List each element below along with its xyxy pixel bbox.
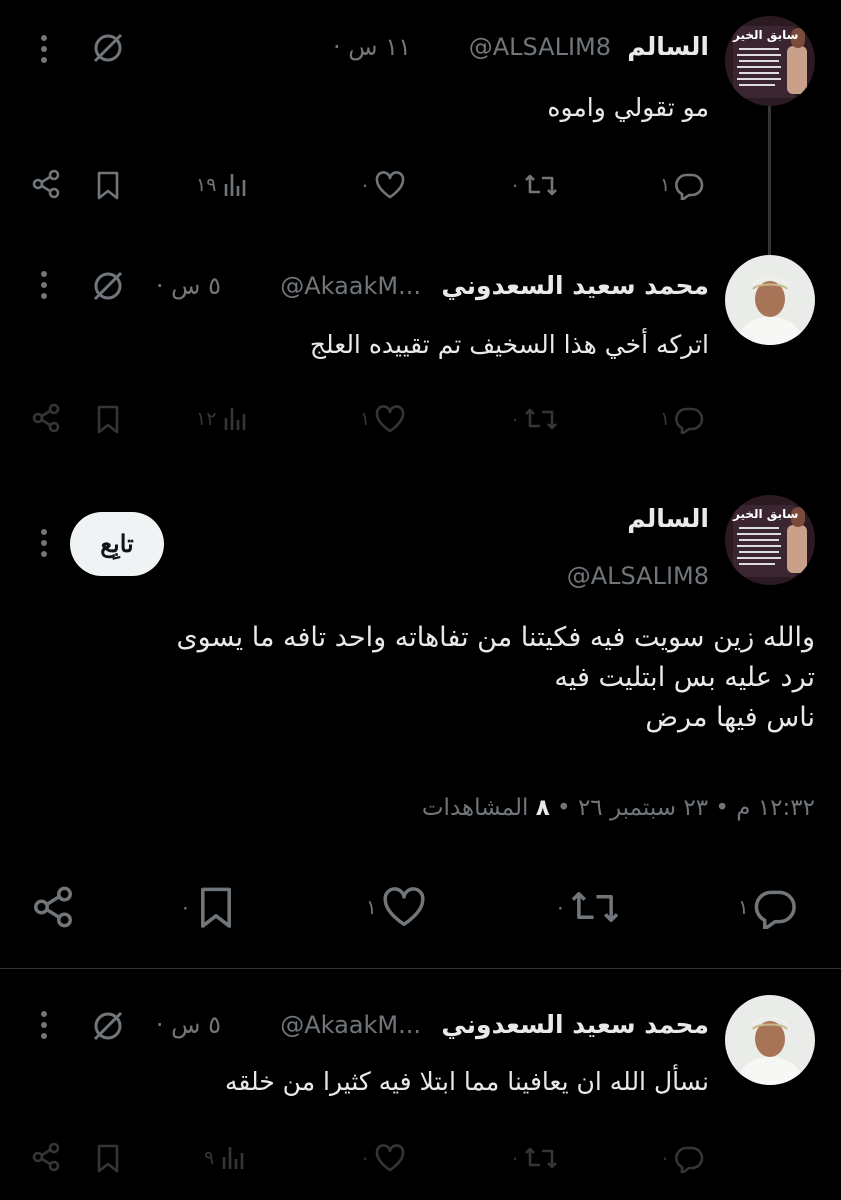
- retweet-icon: [525, 408, 558, 430]
- grok-icon[interactable]: [90, 30, 126, 70]
- retweet-icon: [525, 174, 558, 196]
- like-button[interactable]: ٠: [360, 170, 406, 200]
- divider: [0, 968, 841, 969]
- author-name[interactable]: السالم: [627, 32, 709, 61]
- retweet-button[interactable]: ٠: [555, 885, 620, 929]
- bookmark-icon[interactable]: [94, 170, 122, 204]
- retweet-count: ٠: [510, 1147, 521, 1169]
- author-name[interactable]: محمد سعيد السعدوني: [441, 271, 709, 300]
- author-handle[interactable]: @AkaakM...: [280, 1011, 421, 1039]
- reply-button[interactable]: ٠: [660, 1143, 704, 1173]
- like-button[interactable]: ٠: [360, 1143, 406, 1173]
- views-count: ٨: [535, 795, 550, 821]
- reply-icon: [675, 1146, 704, 1173]
- avatar[interactable]: سابق الخير: [725, 495, 815, 585]
- author-handle[interactable]: @AkaakM...: [280, 272, 421, 300]
- tweet-text: مو تقولي واموه: [547, 93, 709, 122]
- reply-count: ٠: [660, 1147, 671, 1169]
- views-icon: [225, 174, 246, 196]
- views-button[interactable]: ١٢: [196, 404, 250, 434]
- more-icon[interactable]: [38, 34, 50, 68]
- retweet-button[interactable]: ٠: [510, 404, 558, 434]
- retweet-button[interactable]: ٠: [510, 170, 558, 200]
- views-button[interactable]: ٩: [204, 1143, 248, 1173]
- retweet-icon: [525, 1147, 558, 1169]
- reply-button[interactable]: ١: [660, 404, 704, 434]
- retweet-button[interactable]: ٠: [510, 1143, 558, 1173]
- share-icon[interactable]: [30, 1141, 62, 1177]
- share-icon[interactable]: [30, 402, 62, 438]
- like-button[interactable]: ١: [366, 885, 427, 929]
- grok-icon[interactable]: [90, 1008, 126, 1048]
- bookmark-count: ٠: [180, 895, 191, 919]
- avatar[interactable]: سابق الخير: [725, 16, 815, 106]
- tweet-time[interactable]: ٥ س ·: [156, 1011, 221, 1039]
- reply-count: ١: [660, 408, 671, 430]
- grok-icon[interactable]: [90, 268, 126, 308]
- follow-button[interactable]: تابِع: [70, 512, 164, 576]
- avatar-banner-text: سابق الخير: [733, 28, 799, 42]
- timestamp[interactable]: ١٢:٣٢ م • ٢٣ سبتمبر ٢٦ •: [557, 795, 815, 821]
- reply-count: ١: [660, 174, 671, 196]
- views-count: ١٢: [196, 408, 217, 430]
- more-icon[interactable]: [38, 528, 50, 562]
- avatar[interactable]: [725, 255, 815, 345]
- tweet-time[interactable]: ٥ س ·: [156, 272, 221, 300]
- like-count: ٠: [360, 1147, 371, 1169]
- like-icon: [375, 405, 405, 433]
- retweet-count: ٠: [510, 174, 521, 196]
- bookmark-icon[interactable]: [94, 1143, 122, 1177]
- views-icon: [222, 1147, 244, 1169]
- like-icon: [383, 887, 425, 926]
- views-count: ١٩: [196, 174, 217, 196]
- thread-line: [768, 106, 771, 256]
- avatar-banner-text: سابق الخير: [733, 507, 799, 521]
- like-icon: [375, 171, 405, 199]
- author-handle[interactable]: @ALSALIM8: [567, 562, 709, 590]
- bookmark-icon: [200, 887, 231, 928]
- like-count: ٠: [360, 174, 371, 196]
- like-button[interactable]: ١: [360, 404, 406, 434]
- avatar[interactable]: [725, 995, 815, 1085]
- tweet-time[interactable]: ١١ س ·: [333, 33, 411, 61]
- reply-icon: [675, 407, 704, 434]
- views-label[interactable]: المشاهدات: [422, 795, 528, 821]
- share-icon[interactable]: [30, 168, 62, 204]
- more-icon[interactable]: [38, 270, 50, 304]
- retweet-count: ٠: [510, 408, 521, 430]
- views-count: ٩: [204, 1147, 215, 1169]
- author-handle[interactable]: @ALSALIM8: [469, 33, 611, 61]
- views-button[interactable]: ١٩: [196, 170, 250, 200]
- retweet-count: ٠: [555, 895, 566, 919]
- text-line: ناس فيها مرض: [645, 702, 815, 733]
- text-line: ترد عليه بس ابتليت فيه: [554, 662, 815, 693]
- bookmark-icon[interactable]: [94, 404, 122, 438]
- reply-button[interactable]: ١: [660, 170, 704, 200]
- reply-button[interactable]: ١: [738, 885, 797, 929]
- views-icon: [225, 408, 246, 430]
- like-icon: [375, 1144, 405, 1172]
- like-count: ١: [360, 408, 371, 430]
- author-name[interactable]: محمد سعيد السعدوني: [441, 1010, 709, 1039]
- author-name[interactable]: السالم: [627, 504, 709, 533]
- main-tweet-text: والله زين سويت فيه فكيتنا من تفاهاته واح…: [25, 618, 816, 738]
- share-icon[interactable]: [30, 884, 76, 934]
- more-icon[interactable]: [38, 1010, 50, 1044]
- text-line: والله زين سويت فيه فكيتنا من تفاهاته واح…: [176, 622, 816, 653]
- reply-icon: [675, 173, 704, 200]
- tweet-text: نسأل الله ان يعافينا مما ابتلا فيه كثيرا…: [224, 1067, 709, 1096]
- tweet-meta: ١٢:٣٢ م • ٢٣ سبتمبر ٢٦ • ٨ المشاهدات: [422, 795, 815, 821]
- reply-icon: [754, 890, 796, 929]
- bookmark-button[interactable]: ٠: [180, 885, 237, 929]
- like-count: ١: [366, 895, 377, 919]
- reply-count: ١: [738, 895, 749, 919]
- tweet-text: اتركه أخي هذا السخيف تم تقييده العلج: [309, 330, 709, 359]
- retweet-icon: [571, 892, 618, 922]
